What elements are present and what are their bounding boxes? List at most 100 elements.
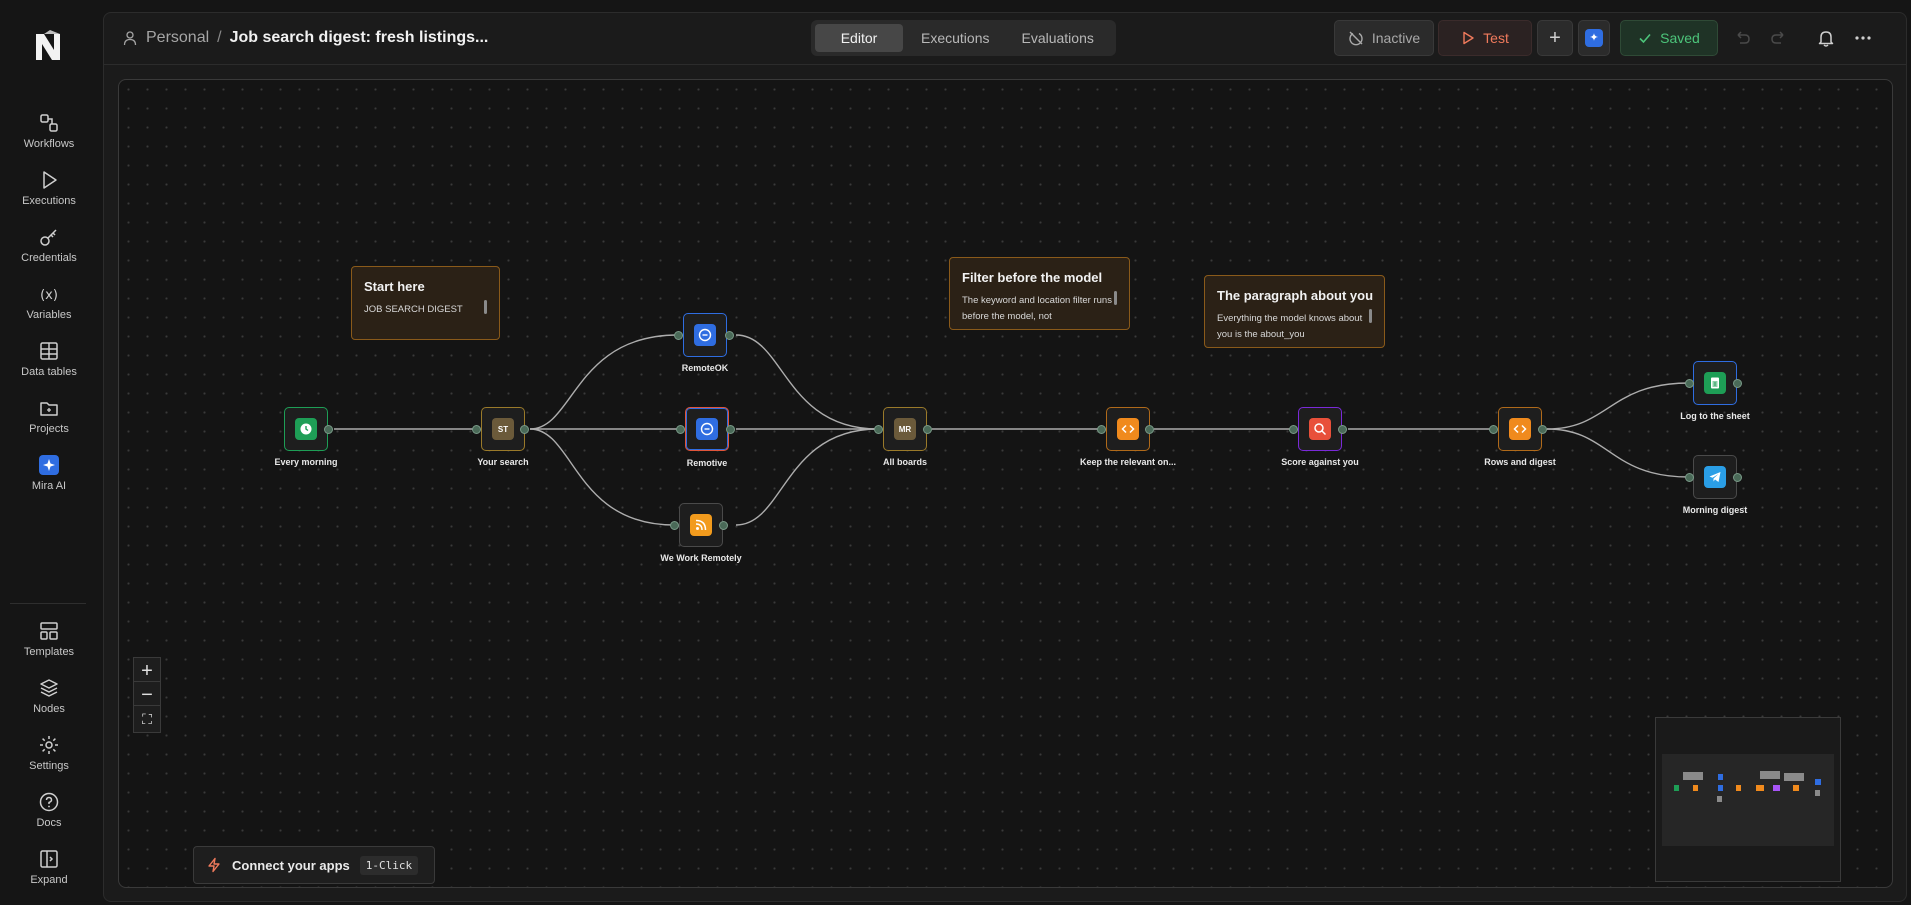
node-remotive[interactable] [685, 407, 729, 451]
sidebar-item-workflows[interactable]: Workflows [0, 112, 98, 164]
node-remoteok[interactable] [683, 313, 727, 357]
minimap-node [1693, 785, 1698, 791]
node-label: Remotive [686, 458, 728, 468]
sticky-note-start-here[interactable]: Start here JOB SEARCH DIGEST [351, 266, 500, 340]
output-port[interactable] [726, 425, 735, 434]
node-we-work-remotely[interactable] [679, 503, 723, 547]
bell-icon[interactable] [1815, 27, 1837, 49]
minimap-node [1718, 774, 1723, 780]
saved-button[interactable]: Saved [1620, 20, 1718, 56]
sidebar-item-label: Data tables [21, 366, 77, 378]
minimap-node [1773, 785, 1780, 791]
output-port[interactable] [1733, 379, 1742, 388]
sidebar: Workflows Executions Credentials (x) Var… [0, 0, 98, 905]
output-port[interactable] [1338, 425, 1347, 434]
output-port[interactable] [719, 521, 728, 530]
gear-icon [40, 736, 58, 754]
http-request-icon [694, 324, 716, 346]
node-all-boards[interactable]: MR [883, 407, 927, 451]
minimap-node [1736, 785, 1741, 791]
input-port[interactable] [676, 425, 685, 434]
output-port[interactable] [1145, 425, 1154, 434]
node-label: Morning digest [1682, 505, 1748, 515]
connect-apps-button[interactable]: Connect your apps 1-Click [193, 846, 435, 884]
note-body: JOB SEARCH DIGEST [364, 304, 463, 315]
node-log-to-sheet[interactable] [1693, 361, 1737, 405]
input-port[interactable] [670, 521, 679, 530]
sidebar-item-label: Projects [29, 423, 69, 435]
add-node-button[interactable]: + [1537, 20, 1573, 56]
node-keep-relevant[interactable] [1106, 407, 1150, 451]
input-port[interactable] [674, 331, 683, 340]
canvas-minimap[interactable] [1655, 717, 1841, 882]
input-port[interactable] [874, 425, 883, 434]
input-port[interactable] [472, 425, 481, 434]
play-icon [43, 171, 57, 189]
play-icon [1463, 31, 1474, 45]
tab-executions[interactable]: Executions [907, 24, 1003, 52]
workflow-title[interactable]: Job search digest: fresh listings... [230, 29, 489, 47]
sidebar-item-expand[interactable]: Expand [0, 848, 98, 900]
output-port[interactable] [923, 425, 932, 434]
sidebar-item-projects[interactable]: Projects [0, 397, 98, 449]
note-title: Filter before the model [962, 270, 1103, 285]
redo-icon[interactable] [1768, 27, 1790, 49]
top-bar: Personal / Job search digest: fresh list… [104, 13, 1906, 65]
sidebar-item-docs[interactable]: Docs [0, 791, 98, 843]
minimap-node [1674, 785, 1679, 791]
minimap-node [1815, 779, 1821, 785]
node-your-search[interactable]: ST [481, 407, 525, 451]
ai-assistant-button[interactable]: ✦ [1578, 20, 1610, 56]
input-port[interactable] [1685, 473, 1694, 482]
tab-editor[interactable]: Editor [815, 24, 903, 52]
input-port[interactable] [1097, 425, 1106, 434]
sidebar-item-data-tables[interactable]: Data tables [0, 340, 98, 392]
undo-icon[interactable] [1731, 27, 1753, 49]
workflow-canvas[interactable]: Start here JOB SEARCH DIGEST Filter befo… [118, 79, 1893, 888]
note-scrollbar[interactable] [1114, 291, 1117, 305]
test-button[interactable]: Test [1438, 20, 1532, 56]
node-morning-digest[interactable] [1693, 455, 1737, 499]
sidebar-item-mira-ai[interactable]: Mira AI [0, 454, 98, 506]
note-scrollbar[interactable] [484, 300, 487, 314]
merge-icon: MR [894, 418, 916, 440]
note-title: The paragraph about you [1217, 288, 1374, 303]
main-panel: Personal / Job search digest: fresh list… [103, 12, 1907, 902]
output-port[interactable] [1733, 473, 1742, 482]
sidebar-item-templates[interactable]: Templates [0, 620, 98, 672]
sticky-note-filter[interactable]: Filter before the model The keyword and … [949, 257, 1130, 330]
output-port[interactable] [725, 331, 734, 340]
google-sheets-icon [1704, 372, 1726, 394]
breadcrumb-separator: / [217, 29, 222, 46]
app-logo[interactable] [30, 28, 66, 64]
output-port[interactable] [520, 425, 529, 434]
output-port[interactable] [1538, 425, 1547, 434]
sidebar-item-label: Executions [22, 195, 76, 207]
activate-toggle-button[interactable]: Inactive [1334, 20, 1434, 56]
code-icon [1509, 418, 1531, 440]
minimap-node [1815, 790, 1820, 796]
set-icon: ST [492, 418, 514, 440]
node-rows-and-digest[interactable] [1498, 407, 1542, 451]
breadcrumb-personal[interactable]: Personal [146, 29, 209, 47]
node-every-morning[interactable] [284, 407, 328, 451]
tab-evaluations[interactable]: Evaluations [1007, 24, 1107, 52]
sidebar-item-label: Workflows [23, 138, 75, 150]
note-scrollbar[interactable] [1369, 309, 1372, 323]
more-options-icon[interactable] [1852, 27, 1874, 49]
node-score-against-you[interactable] [1298, 407, 1342, 451]
sidebar-item-credentials[interactable]: Credentials [0, 226, 98, 278]
sidebar-item-nodes[interactable]: Nodes [0, 677, 98, 729]
sidebar-item-variables[interactable]: (x) Variables [0, 283, 98, 335]
fit-view-button[interactable]: ⛶ [133, 705, 161, 733]
input-port[interactable] [1289, 425, 1298, 434]
variables-icon: (x) [40, 288, 58, 303]
sidebar-item-settings[interactable]: Settings [0, 734, 98, 786]
sticky-note-about-you[interactable]: The paragraph about you Everything the m… [1204, 275, 1385, 348]
one-click-badge: 1-Click [359, 855, 419, 875]
output-port[interactable] [324, 425, 333, 434]
expand-icon [40, 850, 58, 868]
input-port[interactable] [1685, 379, 1694, 388]
sidebar-item-executions[interactable]: Executions [0, 169, 98, 221]
input-port[interactable] [1489, 425, 1498, 434]
